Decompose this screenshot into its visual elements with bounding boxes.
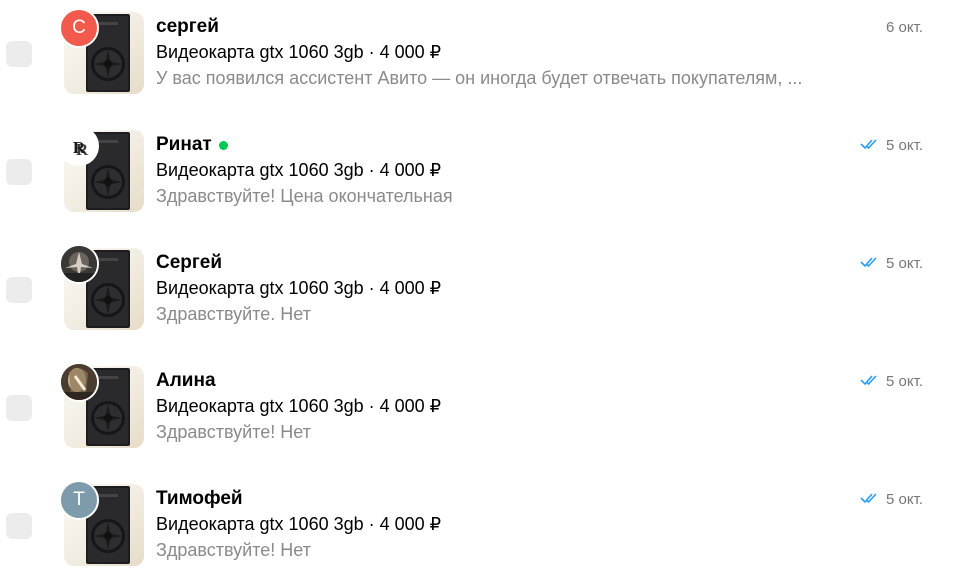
chat-row[interactable]: Сергей Видеокарта gtx 1060 3gb · 4 000 ₽… (0, 236, 958, 348)
item-title: Видеокарта gtx 1060 3gb · 4 000 ₽ (156, 396, 442, 416)
message-meta: 5 окт. (860, 491, 923, 509)
select-checkbox[interactable] (6, 513, 32, 539)
item-title: Видеокарта gtx 1060 3gb · 4 000 ₽ (156, 278, 442, 298)
double-check-icon (860, 255, 880, 273)
contact-name: сергей (156, 16, 219, 38)
message-date: 5 окт. (886, 255, 923, 272)
svg-text:R: R (76, 140, 89, 159)
message-date: 6 окт. (886, 19, 923, 36)
chat-row[interactable]: Т Тимофей Видеокарта gtx 1060 3gb · 4 00… (0, 472, 958, 584)
contact-name: Сергей (156, 252, 222, 274)
contact-name-text: Сергей (156, 252, 223, 273)
message-date: 5 окт. (886, 373, 923, 390)
message-date: 5 окт. (886, 491, 923, 508)
item-title: Видеокарта gtx 1060 3gb · 4 000 ₽ (156, 42, 442, 62)
chat-row[interactable]: R R Ринат Видеокарта gtx 1060 3gb · 4 00… (0, 118, 958, 230)
user-photo-icon[interactable] (59, 244, 99, 284)
avatar[interactable]: Т (59, 480, 99, 520)
select-checkbox[interactable] (6, 159, 32, 185)
contact-name: Ринат (156, 134, 228, 156)
select-checkbox[interactable] (6, 41, 32, 67)
message-preview: У вас появился ассистент Авито — он иног… (156, 68, 803, 88)
chat-row[interactable]: С сергей Видеокарта gtx 1060 3gb · 4 000… (0, 0, 958, 112)
user-photo-icon[interactable] (59, 362, 99, 402)
chat-row[interactable]: Алина Видеокарта gtx 1060 3gb · 4 000 ₽ … (0, 354, 958, 466)
rolls-royce-logo-icon[interactable]: R R (59, 126, 99, 166)
message-preview: Здравствуйте. Нет (156, 304, 311, 324)
message-preview: Здравствуйте! Нет (156, 540, 311, 560)
double-check-icon (860, 137, 880, 155)
select-checkbox[interactable] (6, 395, 32, 421)
chat-list: С сергей Видеокарта gtx 1060 3gb · 4 000… (0, 0, 958, 584)
avatar[interactable]: С (59, 8, 99, 48)
double-check-icon (860, 491, 880, 509)
select-checkbox[interactable] (6, 277, 32, 303)
double-check-icon (860, 373, 880, 391)
message-meta: 5 окт. (860, 255, 923, 273)
item-title: Видеокарта gtx 1060 3gb · 4 000 ₽ (156, 160, 442, 180)
message-meta: 6 окт. (886, 19, 923, 37)
message-date: 5 окт. (886, 137, 923, 154)
contact-name-text: сергей (156, 16, 219, 37)
online-indicator (218, 140, 228, 150)
item-title: Видеокарта gtx 1060 3gb · 4 000 ₽ (156, 514, 442, 534)
contact-name: Тимофей (156, 488, 243, 510)
contact-name: Алина (156, 370, 216, 392)
contact-name-text: Алина (156, 370, 216, 391)
contact-name-text: Ринат (156, 134, 212, 155)
message-meta: 5 окт. (860, 137, 923, 155)
message-meta: 5 окт. (860, 373, 923, 391)
avatar-letter: С (72, 17, 86, 38)
message-preview: Здравствуйте! Цена окончательная (156, 186, 453, 206)
contact-name-text: Тимофей (156, 488, 243, 509)
avatar-letter: Т (73, 489, 85, 510)
message-preview: Здравствуйте! Нет (156, 422, 311, 442)
